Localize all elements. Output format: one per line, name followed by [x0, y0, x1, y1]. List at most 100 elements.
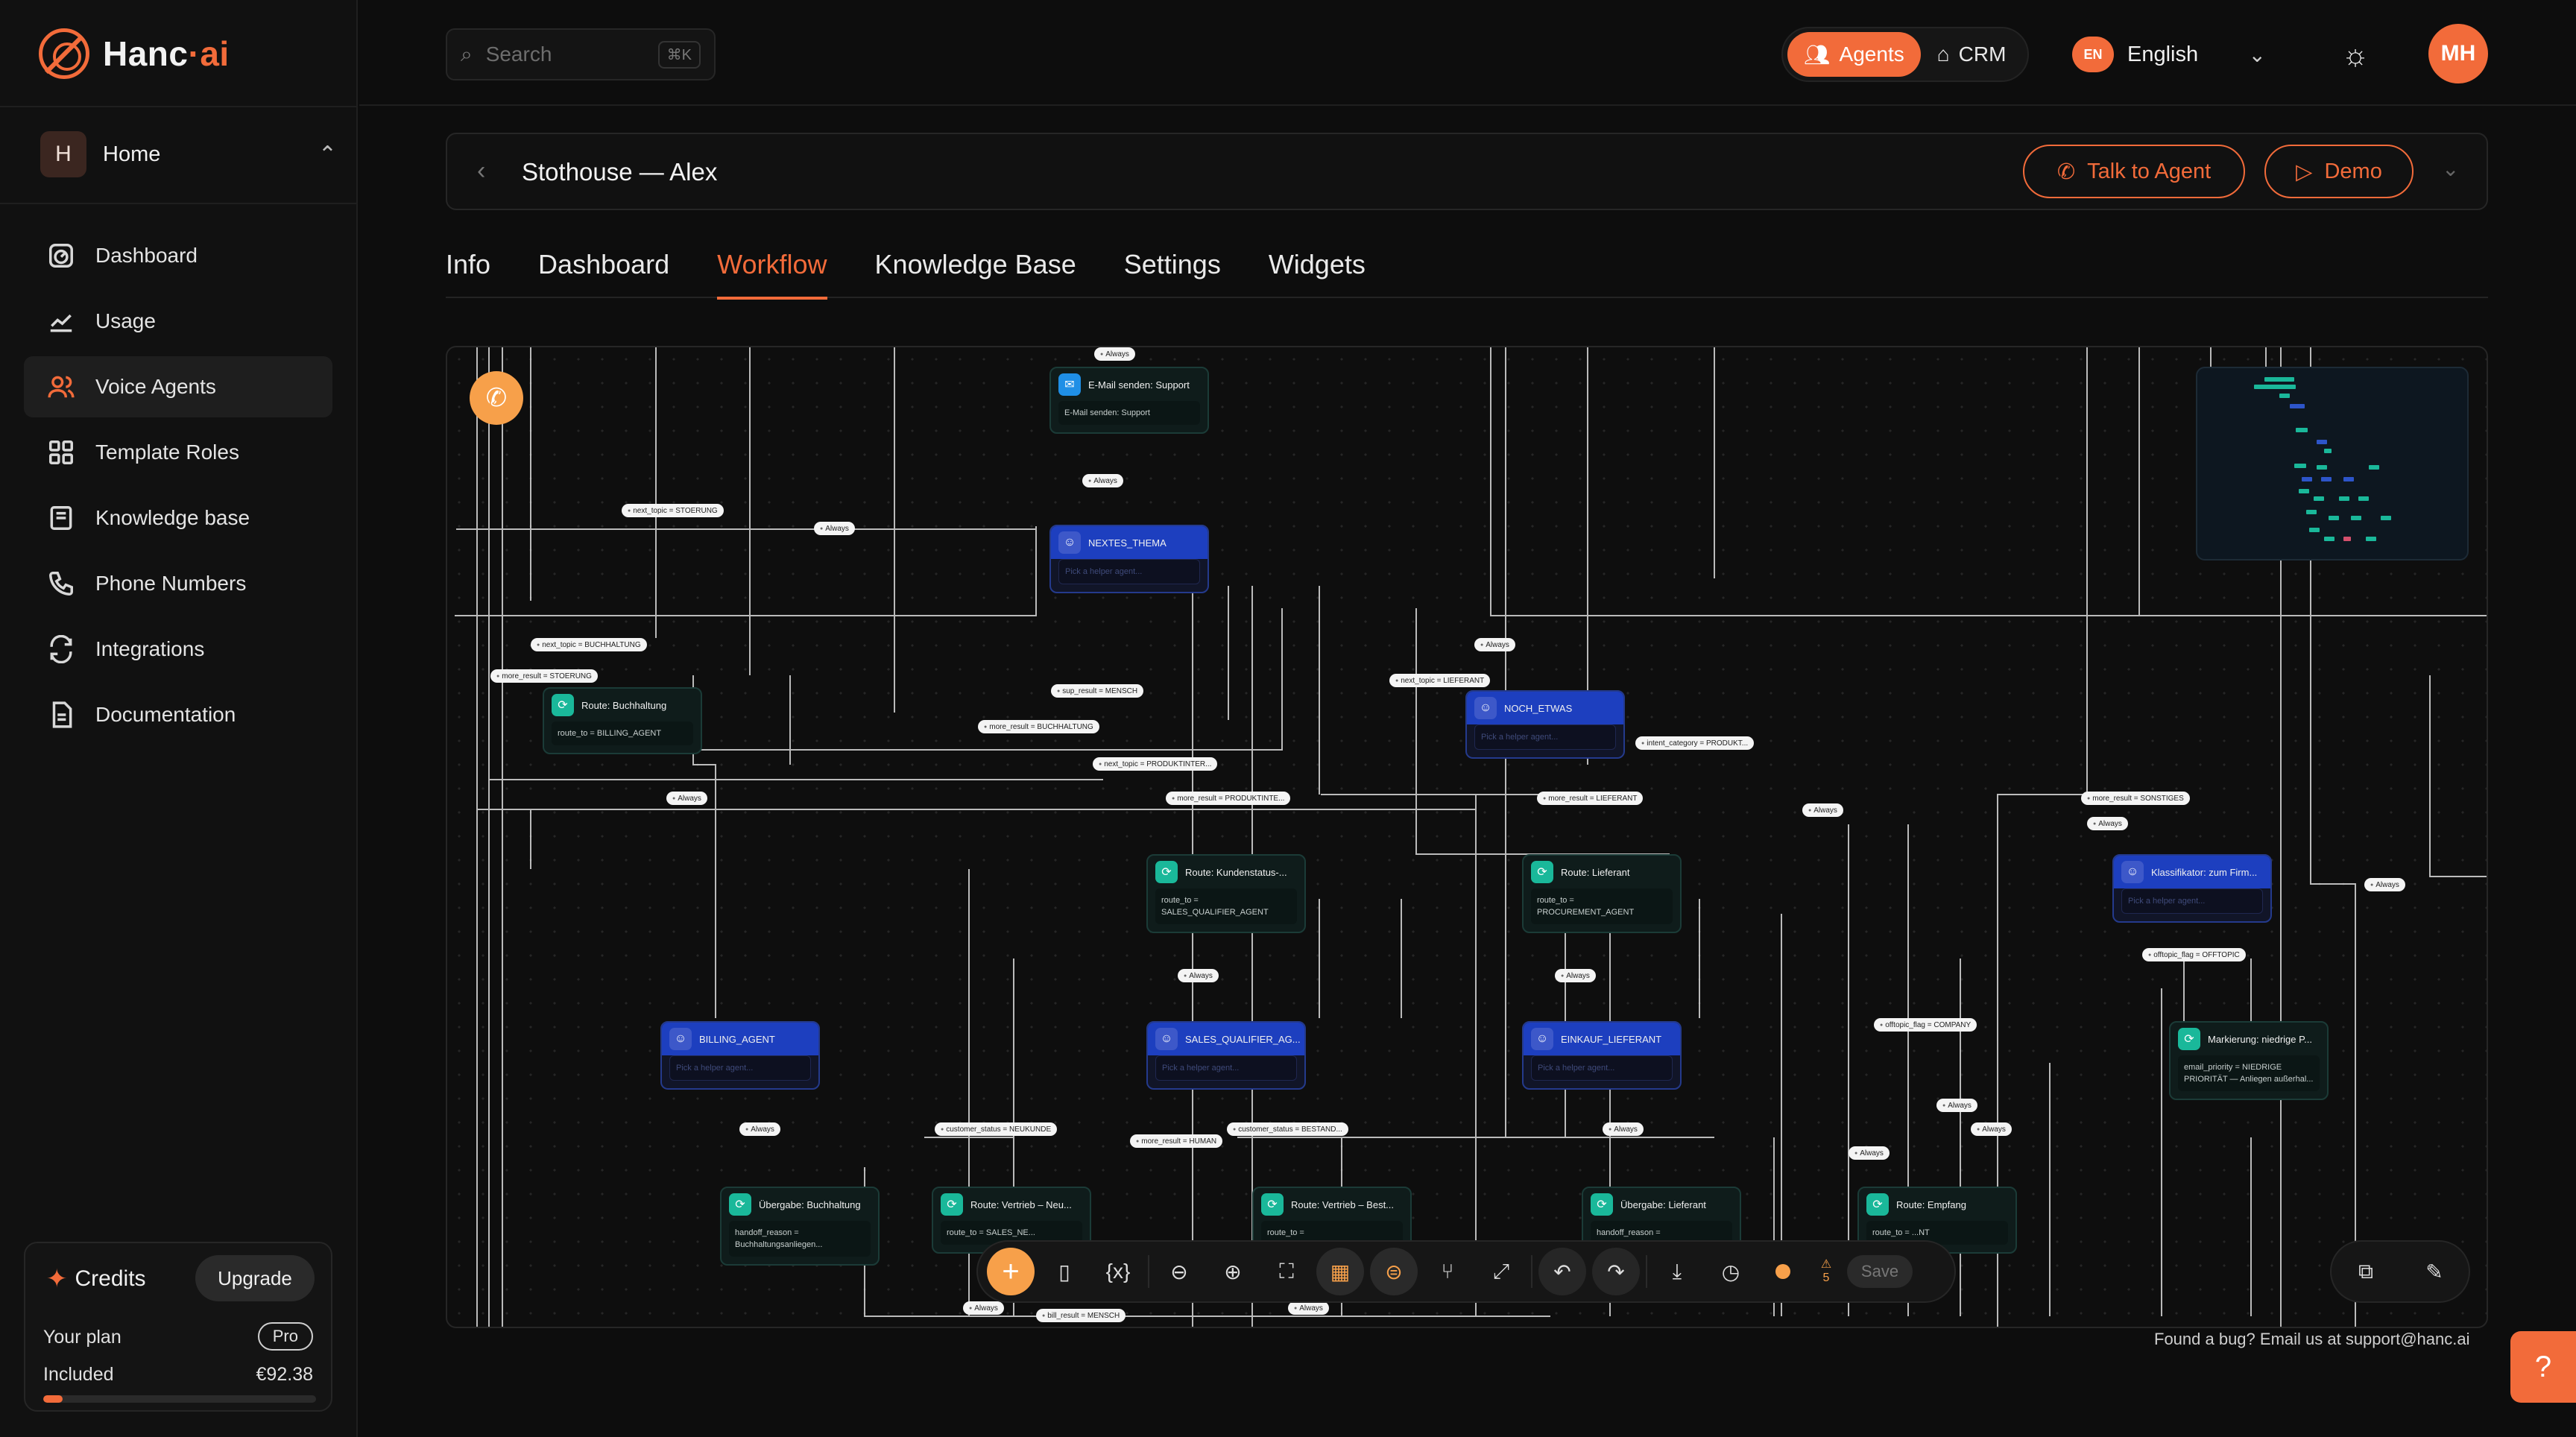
gauge-icon: [46, 241, 76, 271]
edge-label[interactable]: more_result = LIEFERANT: [1537, 792, 1644, 805]
edge-label[interactable]: Always: [814, 522, 855, 535]
workflow-node-route-kundenstatus[interactable]: ⟳ Route: Kundenstatus-... route_to = SALE…: [1146, 854, 1306, 933]
tab-knowledge-base[interactable]: Knowledge Base: [875, 249, 1076, 298]
mode-crm-button[interactable]: ⌂ CRM: [1921, 32, 2023, 77]
sidebar-item-documentation[interactable]: Documentation: [24, 684, 332, 745]
sidebar-panel-icon[interactable]: ▯: [1041, 1248, 1088, 1295]
edge-label[interactable]: more_result = HUMAN: [1130, 1134, 1223, 1148]
workspace-switcher[interactable]: H Home ⌃: [40, 131, 337, 177]
workflow-node-einkauf-lieferant[interactable]: ☺ EINKAUF_LIEFERANT Pick a helper agent..…: [1522, 1021, 1682, 1090]
workflow-minimap[interactable]: [2196, 367, 2469, 560]
fit-view-icon[interactable]: ⛶: [1263, 1248, 1310, 1295]
workflow-node-markierung[interactable]: ⟳ Markierung: niedrige P... email_priorit…: [2169, 1021, 2329, 1100]
chevron-left-icon[interactable]: ‹: [477, 157, 485, 186]
edge-label[interactable]: Always: [1178, 969, 1219, 982]
add-node-icon[interactable]: +: [987, 1248, 1035, 1295]
tab-dashboard[interactable]: Dashboard: [538, 249, 669, 298]
brand[interactable]: Hanc·ai: [39, 28, 230, 79]
workflow-canvas[interactable]: ✆ ✉ E-Mail senden: Support E-Mail senden:…: [446, 346, 2488, 1328]
help-icon[interactable]: ?: [2510, 1331, 2576, 1403]
edge-label[interactable]: Always: [739, 1122, 780, 1136]
workflow-node-nextes-thema[interactable]: ☺ NEXTES_THEMA Pick a helper agent...: [1049, 525, 1209, 593]
warnings-indicator[interactable]: ⚠ 5: [1811, 1258, 1841, 1285]
edge-label[interactable]: intent_category = PRODUKT...: [1635, 736, 1755, 750]
edge-label[interactable]: Always: [963, 1301, 1004, 1315]
history-icon[interactable]: ◷: [1707, 1248, 1755, 1295]
copy-icon[interactable]: ⧉: [2342, 1248, 2390, 1295]
chevron-down-icon[interactable]: ⌄: [2442, 157, 2459, 181]
sidebar-item-knowledge-base[interactable]: Knowledge base: [24, 487, 332, 549]
edge-label[interactable]: more_result = PRODUKTINTE...: [1166, 792, 1291, 805]
edge-label[interactable]: Always: [1936, 1099, 1977, 1112]
tab-workflow[interactable]: Workflow: [717, 249, 827, 300]
sidebar-item-template-roles[interactable]: Template Roles: [24, 422, 332, 483]
user-avatar[interactable]: MH: [2428, 24, 2488, 83]
edge-label[interactable]: Always: [2364, 878, 2405, 891]
edge-label[interactable]: Always: [666, 792, 707, 805]
auto-layout-icon[interactable]: ⊜: [1370, 1248, 1418, 1295]
edge-label[interactable]: Always: [1094, 347, 1135, 361]
sidebar-item-label: Knowledge base: [95, 506, 250, 529]
workflow-node-billing-agent[interactable]: ☺ BILLING_AGENT Pick a helper agent...: [660, 1021, 820, 1090]
edge-label[interactable]: Always: [1802, 803, 1843, 817]
sidebar-item-dashboard[interactable]: Dashboard: [24, 225, 332, 286]
sidebar-item-usage[interactable]: Usage: [24, 291, 332, 352]
sidebar-item-phone-numbers[interactable]: Phone Numbers: [24, 553, 332, 614]
variables-icon[interactable]: {x}: [1094, 1248, 1142, 1295]
tab-widgets[interactable]: Widgets: [1269, 249, 1366, 298]
edge-label[interactable]: more_result = SONSTIGES: [2081, 792, 2190, 805]
workflow-node-route-buchhaltung[interactable]: ⟳ Route: Buchhaltung route_to = BILLING_A…: [543, 687, 702, 754]
search-box[interactable]: ⌕ ⌘K: [446, 28, 716, 80]
logo-icon: [39, 28, 89, 79]
edge-label[interactable]: next_topic = BUCHHALTUNG: [531, 638, 647, 651]
edge-label[interactable]: offtopic_flag = COMPANY: [1874, 1018, 1977, 1032]
phone-icon[interactable]: ✆: [470, 371, 523, 425]
branch-icon[interactable]: ⑂: [1424, 1248, 1471, 1295]
edge-label[interactable]: Always: [1474, 638, 1515, 651]
expand-icon[interactable]: ⤢: [1477, 1248, 1525, 1295]
edge-label[interactable]: next_topic = LIEFERANT: [1389, 674, 1491, 687]
edge-label[interactable]: Always: [1082, 474, 1123, 487]
sidebar-item-integrations[interactable]: Integrations: [24, 619, 332, 680]
map-icon[interactable]: ▦: [1316, 1248, 1364, 1295]
redo-icon[interactable]: ↷: [1592, 1248, 1640, 1295]
undo-icon[interactable]: ↶: [1538, 1248, 1586, 1295]
workflow-node-route-lieferant[interactable]: ⟳ Route: Lieferant route_to = PROCUREMENT…: [1522, 854, 1682, 933]
edge-label[interactable]: next_topic = PRODUKTINTER...: [1093, 757, 1218, 771]
edge-label[interactable]: Always: [1971, 1122, 2012, 1136]
talk-to-agent-button[interactable]: ✆ Talk to Agent: [2023, 145, 2245, 198]
zoom-out-icon[interactable]: ⊖: [1155, 1248, 1203, 1295]
edge-label[interactable]: customer_status = BESTAND...: [1227, 1122, 1348, 1136]
edge-label[interactable]: sup_result = MENSCH: [1051, 684, 1144, 698]
edge-label[interactable]: customer_status = NEUKUNDE: [935, 1122, 1058, 1136]
edge-label[interactable]: Always: [2087, 817, 2128, 830]
save-button[interactable]: Save: [1847, 1255, 1913, 1288]
edge-label[interactable]: more_result = BUCHHALTUNG: [978, 720, 1099, 733]
divider: [1531, 1255, 1532, 1288]
edge-label[interactable]: Always: [1849, 1146, 1890, 1160]
sidebar-item-voice-agents[interactable]: Voice Agents: [24, 356, 332, 417]
edge-label[interactable]: Always: [1555, 969, 1596, 982]
note-icon[interactable]: ✎: [2411, 1248, 2458, 1295]
search-input[interactable]: [485, 42, 635, 66]
tab-settings[interactable]: Settings: [1124, 249, 1221, 298]
workflow-node-noch-etwas[interactable]: ☺ NOCH_ETWAS Pick a helper agent...: [1465, 690, 1625, 759]
workflow-node-klassifikator[interactable]: ☺ Klassifikator: zum Firm... Pick a helpe…: [2112, 854, 2272, 923]
edge-label[interactable]: Always: [1288, 1301, 1329, 1315]
tab-info[interactable]: Info: [446, 249, 490, 298]
demo-button[interactable]: ▷ Demo: [2264, 145, 2414, 198]
download-icon[interactable]: ⤓: [1653, 1248, 1701, 1295]
edge-label[interactable]: Always: [1603, 1122, 1644, 1136]
edge-label[interactable]: more_result = STOERUNG: [490, 669, 598, 683]
zoom-in-icon[interactable]: ⊕: [1209, 1248, 1257, 1295]
upgrade-button[interactable]: Upgrade: [195, 1255, 315, 1301]
sun-icon[interactable]: ☼: [2333, 33, 2378, 78]
edge-label[interactable]: bill_result = MENSCH: [1036, 1309, 1126, 1322]
workflow-node-email-support[interactable]: ✉ E-Mail senden: Support E-Mail senden: S…: [1049, 367, 1209, 434]
edge-label[interactable]: offtopic_flag = OFFTOPIC: [2142, 948, 2246, 961]
edge-label[interactable]: next_topic = STOERUNG: [622, 504, 724, 517]
mode-agents-button[interactable]: 👥︎ Agents: [1787, 32, 1921, 77]
workflow-node-uebergabe-buchhaltung[interactable]: ⟳ Übergabe: Buchhaltung handoff_reason = …: [720, 1187, 880, 1266]
language-select[interactable]: EN English ⌄: [2072, 31, 2266, 78]
workflow-node-sales-qualifier[interactable]: ☺ SALES_QUALIFIER_AG... Pick a helper age…: [1146, 1021, 1306, 1090]
